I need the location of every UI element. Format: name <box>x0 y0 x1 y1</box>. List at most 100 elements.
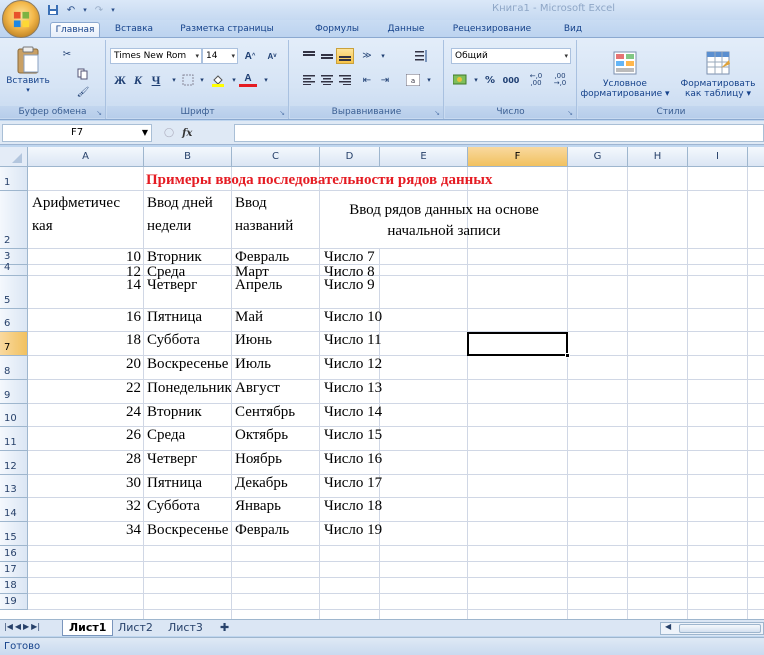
cell-a15[interactable]: 34 <box>28 523 141 538</box>
header-b-line1[interactable]: Ввод дней <box>147 196 213 211</box>
font-launcher-icon[interactable]: ↘ <box>279 109 285 117</box>
cell-b11[interactable]: Среда <box>147 428 231 443</box>
cut-icon[interactable]: ✂ <box>58 46 76 62</box>
worksheet-grid[interactable]: A B C D E F G H I 1 2 3 4 5 6 7 8 9 10 1… <box>0 147 764 619</box>
cell-c6[interactable]: Май <box>235 310 319 325</box>
font-size-select[interactable]: 14 ▾ <box>202 48 238 64</box>
formula-input[interactable] <box>234 124 764 142</box>
sheet-title-cell[interactable]: Примеры ввода последовательности рядов д… <box>146 172 492 189</box>
first-sheet-icon[interactable]: |◀ <box>4 622 13 631</box>
prev-sheet-icon[interactable]: ◀ <box>15 622 21 631</box>
cell-d9[interactable]: Число 13 <box>324 381 464 396</box>
cell-b12[interactable]: Четверг <box>147 452 231 467</box>
cell-c11[interactable]: Октябрь <box>235 428 319 443</box>
cell-a13[interactable]: 30 <box>28 476 141 491</box>
cell-d12[interactable]: Число 16 <box>324 452 464 467</box>
conditional-formatting-button[interactable]: Условное форматирование ▾ <box>580 44 670 104</box>
column-header-f[interactable]: F <box>468 147 568 167</box>
row-header-4[interactable]: 4 <box>0 262 28 276</box>
formula-cancel-icon[interactable]: ◯ <box>164 128 174 138</box>
tab-home[interactable]: Главная <box>50 22 100 37</box>
office-button[interactable] <box>2 0 40 38</box>
tab-view[interactable]: Вид <box>558 22 588 37</box>
font-name-select[interactable]: Times New Rom ▾ <box>110 48 202 64</box>
cell-c10[interactable]: Сентябрь <box>235 405 319 420</box>
insert-function-button[interactable]: fx <box>182 128 192 139</box>
column-header-a[interactable]: A <box>28 147 144 167</box>
cell-c3[interactable]: Февраль <box>235 250 319 265</box>
cell-c12[interactable]: Ноябрь <box>235 452 319 467</box>
row-header-5[interactable]: 5 <box>0 276 28 309</box>
column-header-d[interactable]: D <box>320 147 380 167</box>
row-header-16[interactable]: 16 <box>0 546 28 562</box>
undo-dropdown-icon[interactable]: ▾ <box>82 3 88 17</box>
cell-d11[interactable]: Число 15 <box>324 428 464 443</box>
percent-button[interactable]: % <box>481 72 499 88</box>
cell-d10[interactable]: Число 14 <box>324 405 464 420</box>
tab-data[interactable]: Данные <box>380 22 432 37</box>
format-painter-icon[interactable]: 🖌 <box>74 84 92 100</box>
cell-c9[interactable]: Август <box>235 381 319 396</box>
cell-a11[interactable]: 26 <box>28 428 141 443</box>
number-launcher-icon[interactable]: ↘ <box>567 109 573 117</box>
cell-b14[interactable]: Суббота <box>147 499 231 514</box>
row-header-18[interactable]: 18 <box>0 578 28 594</box>
row-header-6[interactable]: 6 <box>0 309 28 332</box>
header-de-line2[interactable]: начальной записи <box>320 224 568 239</box>
cell-a14[interactable]: 32 <box>28 499 141 514</box>
cell-d5[interactable]: Число 9 <box>324 278 464 293</box>
row-header-2[interactable]: 2 <box>0 191 28 249</box>
cell-d6[interactable]: Число 10 <box>324 310 464 325</box>
name-box-dropdown-icon[interactable]: ▼ <box>142 125 148 141</box>
sheet-tab-2[interactable]: Лист2 <box>112 620 159 636</box>
bold-button[interactable]: Ж <box>111 72 129 88</box>
tab-formulas[interactable]: Формулы <box>308 22 366 37</box>
row-header-11[interactable]: 11 <box>0 427 28 451</box>
cell-d8[interactable]: Число 12 <box>324 357 464 372</box>
row-header-12[interactable]: 12 <box>0 451 28 475</box>
align-top-icon[interactable] <box>300 48 318 64</box>
cell-b6[interactable]: Пятница <box>147 310 231 325</box>
row-header-8[interactable]: 8 <box>0 356 28 380</box>
cell-a3[interactable]: 10 <box>28 250 141 265</box>
alignment-launcher-icon[interactable]: ↘ <box>434 109 440 117</box>
cell-c8[interactable]: Июль <box>235 357 319 372</box>
next-sheet-icon[interactable]: ▶ <box>23 622 29 631</box>
header-a-line1[interactable]: Арифметичес <box>32 196 120 211</box>
cell-a12[interactable]: 28 <box>28 452 141 467</box>
underline-button[interactable]: Ч <box>147 72 165 88</box>
header-c-line1[interactable]: Ввод <box>235 196 267 211</box>
sheet-tab-3[interactable]: Лист3 <box>162 620 209 636</box>
align-bottom-icon[interactable] <box>336 48 354 64</box>
column-header-g[interactable]: G <box>568 147 628 167</box>
increase-decimal-button[interactable]: ←,0 ,00 <box>525 72 547 88</box>
cell-a8[interactable]: 20 <box>28 357 141 372</box>
increase-indent-icon[interactable]: ⇥ <box>376 72 394 88</box>
column-header-e[interactable]: E <box>380 147 468 167</box>
header-de-line1[interactable]: Ввод рядов данных на основе <box>320 203 568 218</box>
cell-a10[interactable]: 24 <box>28 405 141 420</box>
font-color-icon[interactable]: A <box>239 72 257 87</box>
format-as-table-button[interactable]: Форматировать как таблицу ▾ <box>672 44 764 104</box>
decrease-decimal-button[interactable]: ,00 →,0 <box>549 72 571 88</box>
cell-c15[interactable]: Февраль <box>235 523 319 538</box>
redo-icon[interactable]: ↷ <box>92 3 106 17</box>
save-icon[interactable] <box>46 3 60 17</box>
number-format-select[interactable]: Общий ▾ <box>451 48 571 64</box>
cell-d15[interactable]: Число 19 <box>324 523 464 538</box>
cell-d14[interactable]: Число 18 <box>324 499 464 514</box>
insert-sheet-icon[interactable]: ✚ <box>214 620 235 636</box>
cell-b9[interactable]: Понедельник <box>147 381 231 396</box>
cell-a9[interactable]: 22 <box>28 381 141 396</box>
tab-insert[interactable]: Вставка <box>108 22 160 37</box>
grow-font-button[interactable]: A ^ <box>241 48 259 64</box>
row-header-9[interactable]: 9 <box>0 380 28 404</box>
cell-c13[interactable]: Декабрь <box>235 476 319 491</box>
align-center-icon[interactable] <box>318 72 336 88</box>
cell-a7[interactable]: 18 <box>28 333 141 348</box>
sheet-tab-1[interactable]: Лист1 <box>62 620 114 636</box>
row-header-15[interactable]: 15 <box>0 522 28 546</box>
clipboard-launcher-icon[interactable]: ↘ <box>96 109 102 117</box>
header-a-line2[interactable]: кая <box>32 219 53 234</box>
thousands-separator-button[interactable]: 000 <box>499 72 523 88</box>
